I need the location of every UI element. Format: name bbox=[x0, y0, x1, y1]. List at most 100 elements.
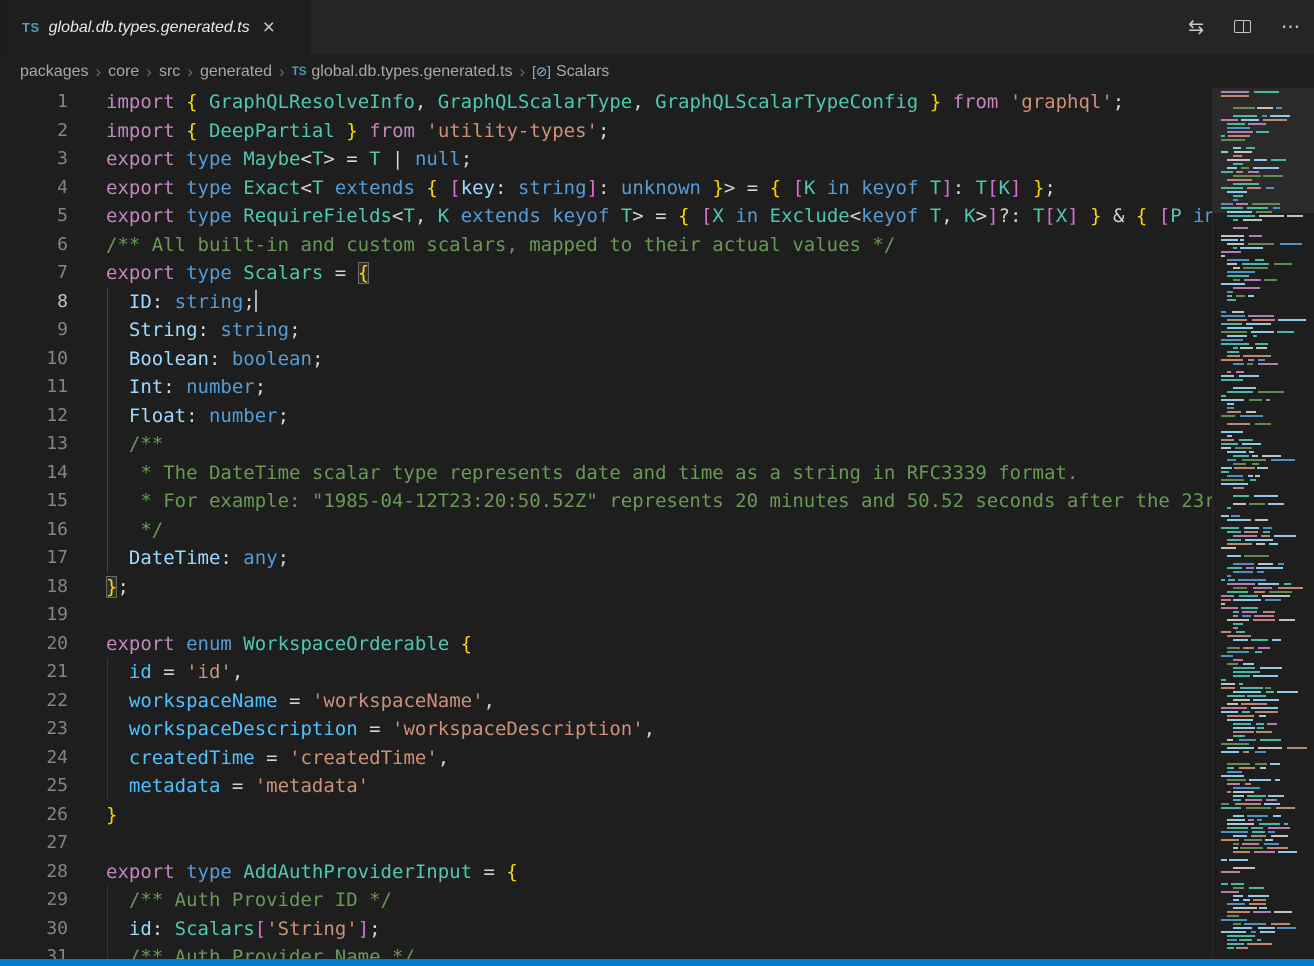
code-line-16[interactable]: 16 */ bbox=[0, 516, 1212, 545]
line-content[interactable] bbox=[68, 829, 106, 858]
line-content[interactable]: Boolean: boolean; bbox=[68, 345, 323, 374]
line-content[interactable]: export type Exact<T extends { [key: stri… bbox=[68, 174, 1056, 203]
line-content[interactable]: import { DeepPartial } from 'utility-typ… bbox=[68, 117, 609, 146]
line-number[interactable]: 6 bbox=[0, 231, 68, 260]
line-number[interactable]: 3 bbox=[0, 145, 68, 174]
line-number[interactable]: 7 bbox=[0, 259, 68, 288]
code-line-6[interactable]: 6/** All built-in and custom scalars, ma… bbox=[0, 231, 1212, 260]
line-content[interactable]: import { GraphQLResolveInfo, GraphQLScal… bbox=[68, 88, 1124, 117]
code-line-20[interactable]: 20export enum WorkspaceOrderable { bbox=[0, 630, 1212, 659]
line-number[interactable]: 31 bbox=[0, 943, 68, 959]
line-number[interactable]: 30 bbox=[0, 915, 68, 944]
code-line-8[interactable]: 8 ID: string; bbox=[0, 288, 1212, 317]
code-line-4[interactable]: 4export type Exact<T extends { [key: str… bbox=[0, 174, 1212, 203]
line-content[interactable]: workspaceName = 'workspaceName', bbox=[68, 687, 495, 716]
line-content[interactable]: } bbox=[68, 801, 117, 830]
breadcrumb-item-core[interactable]: core bbox=[108, 63, 139, 81]
code-line-23[interactable]: 23 workspaceDescription = 'workspaceDesc… bbox=[0, 715, 1212, 744]
breadcrumb-item-generated[interactable]: generated bbox=[200, 63, 272, 81]
line-content[interactable]: }; bbox=[68, 573, 129, 602]
code-line-31[interactable]: 31 /** Auth Provider Name */ bbox=[0, 943, 1212, 959]
line-number[interactable]: 16 bbox=[0, 516, 68, 545]
line-content[interactable]: id: Scalars['String']; bbox=[68, 915, 381, 944]
line-content[interactable]: */ bbox=[68, 516, 163, 545]
code-line-2[interactable]: 2import { DeepPartial } from 'utility-ty… bbox=[0, 117, 1212, 146]
line-content[interactable]: * For example: "1985-04-12T23:20:50.52Z"… bbox=[68, 487, 1212, 516]
line-number[interactable]: 14 bbox=[0, 459, 68, 488]
line-content[interactable]: export type RequireFields<T, K extends k… bbox=[68, 202, 1212, 231]
line-number[interactable]: 11 bbox=[0, 373, 68, 402]
code-line-25[interactable]: 25 metadata = 'metadata' bbox=[0, 772, 1212, 801]
code-line-12[interactable]: 12 Float: number; bbox=[0, 402, 1212, 431]
line-content[interactable]: ID: string; bbox=[68, 288, 257, 317]
code-line-7[interactable]: 7export type Scalars = { bbox=[0, 259, 1212, 288]
more-actions-icon[interactable]: ⋯ bbox=[1281, 16, 1300, 39]
line-content[interactable]: /** Auth Provider Name */ bbox=[68, 943, 415, 959]
line-content[interactable]: createdTime = 'createdTime', bbox=[68, 744, 449, 773]
line-number[interactable]: 26 bbox=[0, 801, 68, 830]
line-number[interactable]: 21 bbox=[0, 658, 68, 687]
line-content[interactable]: Int: number; bbox=[68, 373, 266, 402]
line-number[interactable]: 18 bbox=[0, 573, 68, 602]
tab-global-db-types-generated-ts[interactable]: TS global.db.types.generated.ts × bbox=[8, 0, 310, 55]
line-number[interactable]: 15 bbox=[0, 487, 68, 516]
breadcrumb-item-global-db-types-generated-ts[interactable]: TSglobal.db.types.generated.ts bbox=[292, 63, 513, 81]
line-content[interactable]: /** Auth Provider ID */ bbox=[68, 886, 392, 915]
line-number[interactable]: 13 bbox=[0, 430, 68, 459]
line-content[interactable]: export type AddAuthProviderInput = { bbox=[68, 858, 518, 887]
code-line-1[interactable]: 1import { GraphQLResolveInfo, GraphQLSca… bbox=[0, 88, 1212, 117]
line-content[interactable]: String: string; bbox=[68, 316, 301, 345]
line-number[interactable]: 19 bbox=[0, 601, 68, 630]
line-number[interactable]: 25 bbox=[0, 772, 68, 801]
line-number[interactable]: 4 bbox=[0, 174, 68, 203]
code-line-26[interactable]: 26} bbox=[0, 801, 1212, 830]
line-content[interactable]: id = 'id', bbox=[68, 658, 243, 687]
line-number[interactable]: 8 bbox=[0, 288, 68, 317]
line-number[interactable]: 9 bbox=[0, 316, 68, 345]
tab-close-icon[interactable]: × bbox=[263, 17, 275, 38]
code-line-9[interactable]: 9 String: string; bbox=[0, 316, 1212, 345]
line-content[interactable]: metadata = 'metadata' bbox=[68, 772, 369, 801]
code-line-18[interactable]: 18}; bbox=[0, 573, 1212, 602]
code-line-24[interactable]: 24 createdTime = 'createdTime', bbox=[0, 744, 1212, 773]
code-line-27[interactable]: 27 bbox=[0, 829, 1212, 858]
code-line-21[interactable]: 21 id = 'id', bbox=[0, 658, 1212, 687]
line-number[interactable]: 10 bbox=[0, 345, 68, 374]
line-content[interactable]: workspaceDescription = 'workspaceDescrip… bbox=[68, 715, 655, 744]
line-content[interactable]: /** All built-in and custom scalars, map… bbox=[68, 231, 895, 260]
line-content[interactable]: export enum WorkspaceOrderable { bbox=[68, 630, 472, 659]
code-line-11[interactable]: 11 Int: number; bbox=[0, 373, 1212, 402]
line-number[interactable]: 1 bbox=[0, 88, 68, 117]
breadcrumb-item-packages[interactable]: packages bbox=[20, 63, 89, 81]
line-content[interactable]: /** bbox=[68, 430, 163, 459]
open-changes-icon[interactable]: ⇆ bbox=[1188, 16, 1204, 39]
editor[interactable]: 1import { GraphQLResolveInfo, GraphQLSca… bbox=[0, 88, 1314, 959]
code-line-5[interactable]: 5export type RequireFields<T, K extends … bbox=[0, 202, 1212, 231]
code-line-14[interactable]: 14 * The DateTime scalar type represents… bbox=[0, 459, 1212, 488]
line-number[interactable]: 22 bbox=[0, 687, 68, 716]
line-number[interactable]: 5 bbox=[0, 202, 68, 231]
code-line-13[interactable]: 13 /** bbox=[0, 430, 1212, 459]
line-content[interactable]: DateTime: any; bbox=[68, 544, 289, 573]
breadcrumb-item-src[interactable]: src bbox=[159, 63, 180, 81]
line-number[interactable]: 23 bbox=[0, 715, 68, 744]
minimap[interactable] bbox=[1212, 88, 1314, 959]
line-number[interactable]: 2 bbox=[0, 117, 68, 146]
line-content[interactable] bbox=[68, 601, 106, 630]
line-number[interactable]: 28 bbox=[0, 858, 68, 887]
line-number[interactable]: 29 bbox=[0, 886, 68, 915]
code-line-29[interactable]: 29 /** Auth Provider ID */ bbox=[0, 886, 1212, 915]
line-content[interactable]: Float: number; bbox=[68, 402, 289, 431]
line-number[interactable]: 20 bbox=[0, 630, 68, 659]
code-area[interactable]: 1import { GraphQLResolveInfo, GraphQLSca… bbox=[0, 88, 1212, 959]
line-number[interactable]: 24 bbox=[0, 744, 68, 773]
split-editor-icon[interactable] bbox=[1234, 17, 1251, 39]
code-line-19[interactable]: 19 bbox=[0, 601, 1212, 630]
line-number[interactable]: 17 bbox=[0, 544, 68, 573]
line-number[interactable]: 27 bbox=[0, 829, 68, 858]
code-line-17[interactable]: 17 DateTime: any; bbox=[0, 544, 1212, 573]
code-line-22[interactable]: 22 workspaceName = 'workspaceName', bbox=[0, 687, 1212, 716]
line-content[interactable]: export type Maybe<T> = T | null; bbox=[68, 145, 472, 174]
breadcrumb-item-scalars[interactable]: [⊘]Scalars bbox=[532, 63, 609, 81]
code-line-28[interactable]: 28export type AddAuthProviderInput = { bbox=[0, 858, 1212, 887]
